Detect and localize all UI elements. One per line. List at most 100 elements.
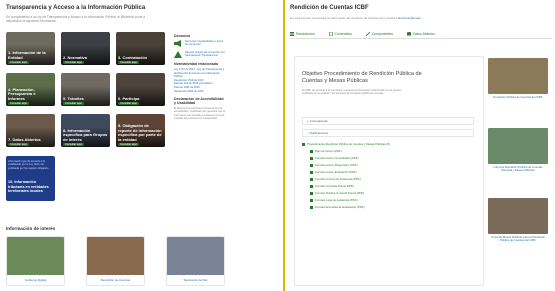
tile-button[interactable]: Consultar aquí — [8, 142, 29, 146]
page-title: Rendición de Cuentas ICBF — [290, 5, 369, 11]
tree-item[interactable]: Formato Consulta Previa (PDF) — [302, 183, 474, 190]
tile-label: 4. Planeación, Presupuesto e Informes — [8, 86, 36, 101]
accountability-panel: Rendición de Cuentas ICBF En esta secció… — [290, 4, 552, 289]
file-icon — [310, 184, 313, 188]
tree-item[interactable]: Formato Política Consulta Previa (PDF) — [302, 190, 474, 197]
category-tile[interactable]: 9. Obligación de reporte de información … — [116, 114, 165, 147]
tile-button[interactable]: Consultar aquí — [63, 101, 84, 105]
interest-photo — [87, 237, 144, 275]
tile-label: 9. Obligación de reporte de información … — [118, 123, 162, 142]
tab-rendiciones[interactable]: Rendiciones — [290, 29, 315, 38]
file-icon — [310, 163, 313, 167]
interest-photo — [167, 237, 224, 275]
tributary-info-tile[interactable]: Información que de acuerdo a lo establec… — [6, 156, 55, 201]
tree-item-label: Formato Consulta Previa (PDF) — [315, 184, 355, 188]
sidebar-item-label: Reporte riesgos de corrupción a la Secre… — [185, 51, 225, 58]
tab-label: Componentes — [371, 31, 393, 36]
sidebar-heading-accesibilidad: Declaración de Accesibilidad y Usabilida… — [174, 97, 224, 106]
tile-button[interactable]: Consultar aquí — [8, 101, 29, 105]
related-item[interactable]: Consulta Mesas Públicas para la Rendició… — [488, 198, 548, 243]
document-icon — [328, 31, 333, 36]
accordion-label: Publicaciones — [309, 131, 329, 135]
normativity-link[interactable]: Resolución 3564 de 2015 — [174, 90, 226, 94]
tree-item[interactable]: Procedimiento Rendición Pública de Cuent… — [302, 141, 474, 148]
file-icon — [310, 149, 313, 153]
tree-item-label: Formato Anexo Consolidado (PDF) — [315, 156, 359, 160]
interest-card[interactable]: Gobierno Digital — [6, 236, 65, 286]
document-tree: Procedimiento Rendición Pública de Cuent… — [302, 141, 474, 211]
tile-label: 8. Información específica para Grupos de… — [63, 127, 108, 142]
file-icon — [310, 191, 313, 195]
normativity-links: Ley 1712 de 2014 - Ley de Transparencia … — [174, 68, 226, 93]
file-icon — [310, 198, 313, 202]
tile-button[interactable]: Consultar aquí — [63, 142, 84, 146]
related-item[interactable]: Informes Rendición Pública de Cuentas Na… — [488, 128, 548, 173]
tile-button[interactable]: Consultar aquí — [8, 60, 29, 64]
tile-label: 3. Contratación — [118, 54, 148, 60]
description-text: En esta sección encontrará la informació… — [290, 16, 398, 20]
sidebar-heading-denuncia: Denuncia — [174, 34, 191, 38]
tile-label: 5. Trámites — [63, 95, 84, 101]
normativity-link[interactable]: Ley 1712 de 2014 - Ley de Transparencia … — [174, 68, 226, 79]
tree-item-label: Plan de Acción (PDF) — [315, 149, 342, 153]
category-tile[interactable]: 6. Participa Consultar aquí — [116, 73, 165, 106]
sidebar-item-denuncia[interactable]: Denuncie irregularidades o actos de corr… — [174, 40, 226, 47]
tab-label: Contenidos — [334, 31, 352, 36]
tree-item[interactable]: Formato Control de Asistencia (PDF) — [302, 176, 474, 183]
tile-button[interactable]: Consultar aquí — [118, 101, 139, 105]
tab-componentes[interactable]: Componentes — [365, 29, 393, 38]
sidebar-item-label: Denuncie irregularidades o actos de corr… — [185, 40, 223, 47]
page-title: Transparencia y Acceso a la Información … — [6, 5, 146, 11]
category-tile[interactable]: 4. Planeación, Presupuesto e Informes Co… — [6, 73, 55, 106]
tab-bar: Rendiciones Contenidos Componentes Datos… — [290, 29, 552, 39]
related-photo — [488, 128, 548, 164]
file-icon — [310, 205, 313, 209]
description-link[interactable]: Encuéntrala aquí — [398, 16, 421, 20]
procedure-card: Objetivo Procedimiento de Rendición Públ… — [294, 56, 484, 286]
tree-item[interactable]: Formato Anexo Diagnóstico (PDF) — [302, 162, 474, 169]
file-icon — [310, 177, 313, 181]
category-tile[interactable]: 8. Información específica para Grupos de… — [61, 114, 110, 147]
tile-button[interactable]: Consultar aquí — [63, 60, 84, 64]
tile-button[interactable]: Consultar aquí — [118, 142, 139, 146]
pencil-icon — [365, 31, 370, 36]
tab-contenidos[interactable]: Contenidos — [328, 29, 352, 38]
tile-label: 2. Normativa — [63, 54, 88, 60]
related-label: Informes Rendición Pública de Cuentas Na… — [493, 165, 543, 173]
panel-separator — [283, 0, 285, 291]
tree-item-label: Formato Encuesta de Evaluación (PDF) — [315, 205, 365, 209]
category-tile[interactable]: 7. Datos Abiertos Consultar aquí — [6, 114, 55, 147]
category-tile[interactable]: 3. Contratación Consultar aquí — [116, 32, 165, 65]
interest-card[interactable]: Rendición de Cuentas — [86, 236, 145, 286]
page-description: En cumplimiento a la Ley de Transparenci… — [6, 15, 146, 23]
tile-label: 7. Datos Abiertos — [8, 136, 41, 142]
tree-item[interactable]: Formato Anexo Evaluación (PDF) — [302, 169, 474, 176]
tile-button[interactable]: Consultar aquí — [118, 60, 139, 64]
tree-item[interactable]: Formato Anexo Consolidado (PDF) — [302, 155, 474, 162]
sidebar-item-reporte[interactable]: Reporte riesgos de corrupción a la Secre… — [174, 51, 226, 58]
tile-label: 10. Información tributaria en entidades … — [8, 180, 49, 193]
interest-card[interactable]: Secretaría de Paz — [166, 236, 225, 286]
accordion-publicaciones[interactable]: − Publicaciones — [302, 129, 474, 137]
category-tile[interactable]: 5. Trámites Consultar aquí — [61, 73, 110, 106]
category-tile[interactable]: 1. Información de la Entidad Consultar a… — [6, 32, 55, 65]
category-tile[interactable]: 2. Normativa Consultar aquí — [61, 32, 110, 65]
related-item[interactable]: Rendición Pública de Cuentas del ICBF — [488, 58, 548, 99]
warning-icon — [174, 51, 182, 58]
tab-datos-abiertos[interactable]: Datos Abiertos — [406, 29, 435, 38]
interest-photo — [7, 237, 64, 275]
tree-item[interactable]: Formato Lista de Asistencia (PDF) — [302, 197, 474, 204]
accordion-cronogramas[interactable]: + Cronogramas — [302, 117, 474, 125]
tree-item[interactable]: Formato Encuesta de Evaluación (PDF) — [302, 204, 474, 211]
related-label: Consulta Mesas Públicas para la Rendició… — [491, 235, 545, 243]
list-icon — [290, 31, 294, 36]
transparency-panel: Transparencia y Acceso a la Información … — [6, 4, 276, 289]
related-photo — [488, 58, 548, 94]
tab-label: Rendiciones — [296, 31, 315, 36]
tree-item[interactable]: Plan de Acción (PDF) — [302, 148, 474, 155]
file-icon — [310, 170, 313, 174]
file-icon — [310, 156, 313, 160]
sidebar: Denuncia Denuncie irregularidades o acto… — [174, 34, 226, 120]
folder-icon — [302, 142, 305, 146]
related-label: Rendición Pública de Cuentas del ICBF — [493, 95, 543, 99]
